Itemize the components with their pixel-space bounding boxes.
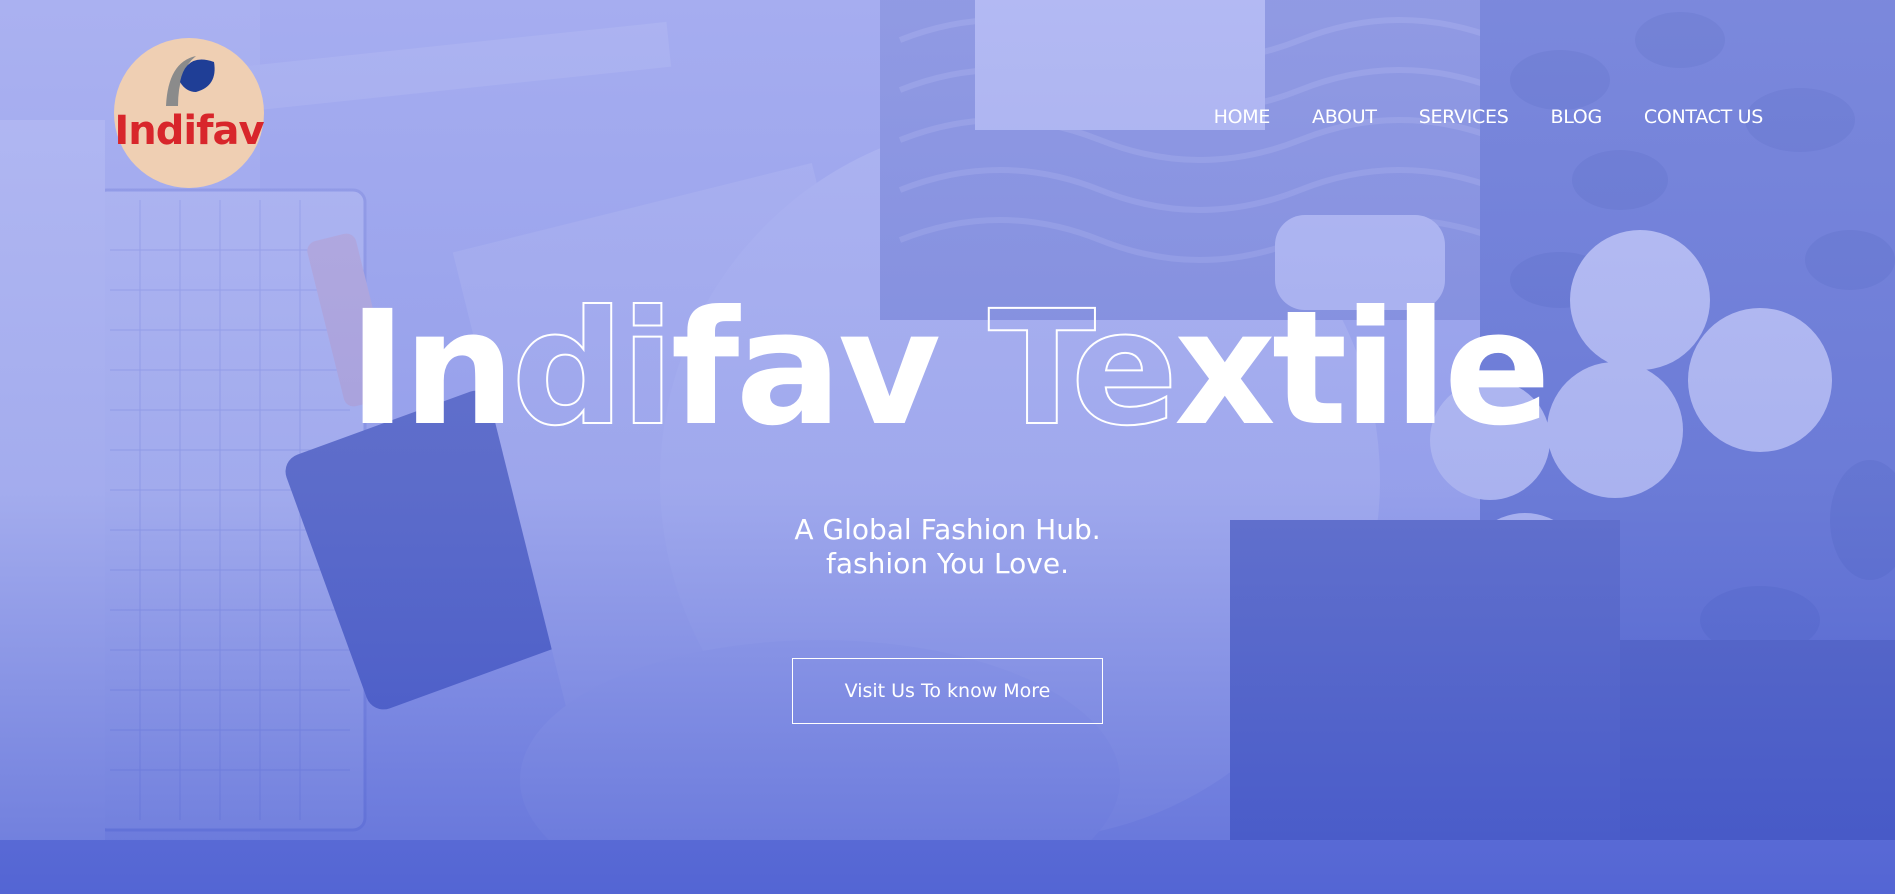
brand-logo[interactable]: Indifav <box>114 38 265 188</box>
nav-services[interactable]: SERVICES <box>1419 106 1509 128</box>
hero-title-part: xtile <box>1173 277 1551 461</box>
main-nav: HOME ABOUT SERVICES BLOG CONTACT US <box>1214 106 1764 128</box>
hero-title-part: fav <box>670 277 989 461</box>
hero-subtitle-line-1: A Global Fashion Hub. <box>794 513 1101 546</box>
hero-title: Indifav Textile <box>0 289 1895 449</box>
nav-blog[interactable]: BLOG <box>1550 106 1602 128</box>
hero-title-part: di <box>510 277 675 461</box>
nav-home[interactable]: HOME <box>1214 106 1271 128</box>
hero-title-part: In <box>348 277 515 461</box>
hero-title-part: Te <box>987 277 1179 461</box>
logo-mark-icon <box>166 56 215 106</box>
visit-us-button[interactable]: Visit Us To know More <box>792 658 1103 724</box>
hero-subtitle: A Global Fashion Hub. fashion You Love. <box>0 513 1895 581</box>
hero-section: Indifav HOME ABOUT SERVICES BLOG CONTACT… <box>0 0 1895 894</box>
hero-subtitle-line-2: fashion You Love. <box>825 547 1069 580</box>
nav-about[interactable]: ABOUT <box>1312 106 1377 128</box>
nav-contact-us[interactable]: CONTACT US <box>1644 106 1763 128</box>
logo-text: Indifav <box>114 108 264 154</box>
